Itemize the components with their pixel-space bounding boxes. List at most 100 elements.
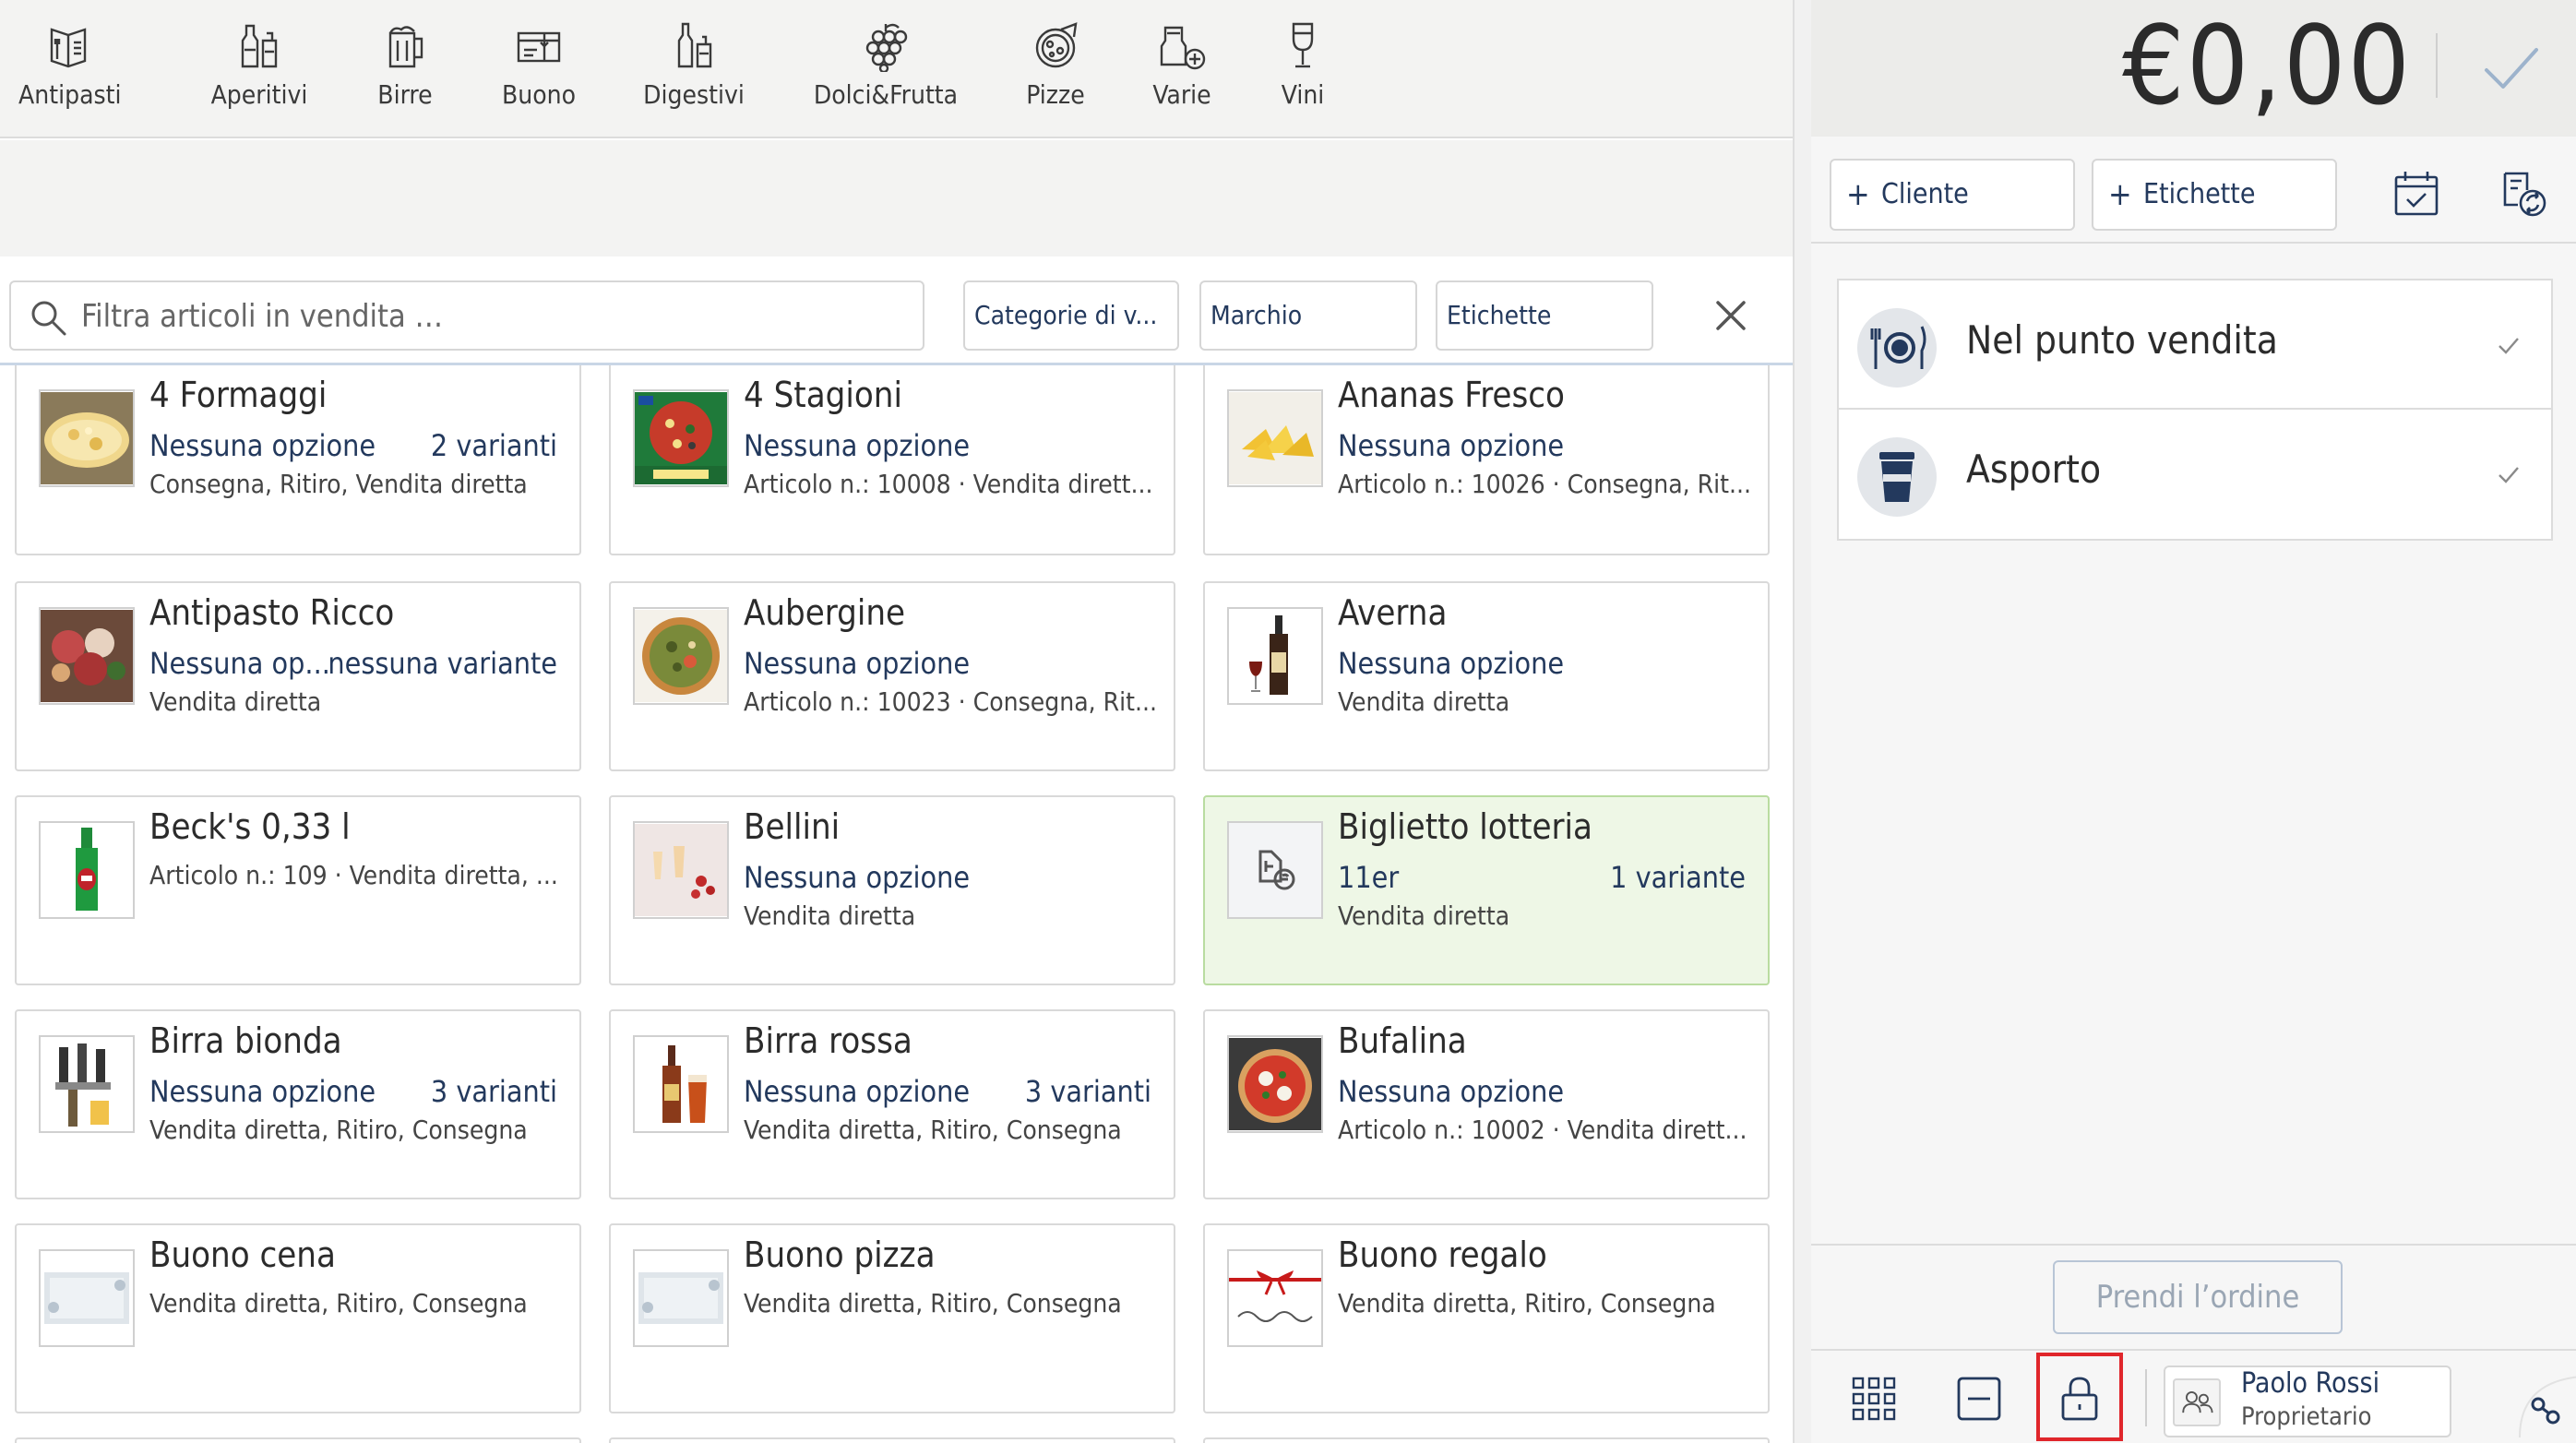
lock-icon[interactable] (2054, 1373, 2105, 1425)
checkmark-icon (2498, 467, 2519, 483)
antipasti-menu-icon (50, 28, 87, 68)
category-filter-dropdown[interactable]: Categorie di v... (963, 280, 1179, 351)
product-variants: 3 varianti (1024, 1074, 1151, 1109)
wine-glass-icon (1292, 22, 1314, 68)
misc-items-icon (1160, 26, 1206, 70)
product-meta: Vendita diretta (149, 686, 322, 717)
plus-icon: + (1846, 176, 1870, 213)
product-card-bufalina[interactable]: Bufalina Nessuna opzione Articolo n.: 10… (1203, 1009, 1770, 1199)
brand-filter-dropdown[interactable]: Marchio (1199, 280, 1417, 351)
product-image (39, 821, 135, 919)
product-image (1227, 1035, 1323, 1133)
order-actions: + Cliente + Etichette (1811, 148, 2576, 244)
product-card-4-formaggi[interactable]: 4 Formaggi Nessuna opzione 2 varianti Co… (15, 365, 581, 555)
filter-bar: Categorie di v... Marchio Etichette (0, 256, 1793, 365)
digestivi-bottles-icon (677, 22, 712, 68)
search-box[interactable] (9, 280, 924, 351)
product-variants: 3 varianti (430, 1074, 557, 1109)
document-exchange-icon[interactable] (2498, 168, 2549, 220)
category-birre[interactable]: Birre (373, 20, 437, 122)
pane-divider (1793, 0, 1811, 1443)
add-tags-button[interactable]: + Etichette (2092, 159, 2337, 231)
category-label: Dolci&Frutta (813, 79, 959, 110)
category-vini[interactable]: Vini (1273, 20, 1332, 122)
product-name: Buono pizza (744, 1234, 936, 1275)
product-card-buono-pizza[interactable]: Buono pizza Vendita diretta, Ritiro, Con… (609, 1223, 1175, 1413)
category-dolci-frutta[interactable]: Dolci&Frutta (812, 20, 960, 122)
product-meta: Vendita diretta, Ritiro, Consegna (149, 1115, 528, 1145)
category-label: Digestivi (643, 79, 745, 110)
product-image (1227, 821, 1323, 919)
category-label: Antipasti (18, 79, 122, 110)
product-card-buono-regalo[interactable]: Buono regalo Vendita diretta, Ritiro, Co… (1203, 1223, 1770, 1413)
destination-list: Nel punto vendita Asporto (1837, 279, 2553, 541)
product-name: Bellini (744, 806, 841, 847)
product-card-partial[interactable] (15, 1437, 581, 1443)
product-name: Averna (1338, 592, 1448, 633)
category-aperitivi[interactable]: Aperitivi (209, 20, 310, 122)
product-card-partial[interactable] (1203, 1437, 1770, 1443)
category-label: Vini (1281, 79, 1325, 110)
product-image (1227, 607, 1323, 705)
user-name: Paolo Rossi (2241, 1367, 2380, 1400)
product-card-antipasto-ricco[interactable]: Antipasto Ricco Nessuna op... nessuna va… (15, 581, 581, 771)
category-buono[interactable]: Buono (498, 20, 579, 122)
product-grid: 4 Formaggi Nessuna opzione 2 varianti Co… (0, 365, 1793, 1443)
product-card-birra-bionda[interactable]: Birra bionda Nessuna opzione 3 varianti … (15, 1009, 581, 1199)
product-option: Nessuna opzione (149, 428, 376, 463)
user-profile-button[interactable]: Paolo Rossi Proprietario (2164, 1365, 2451, 1437)
category-label: Pizze (1026, 79, 1085, 110)
product-card-partial[interactable] (609, 1437, 1175, 1443)
product-meta: Vendita diretta (1338, 686, 1510, 717)
product-card-buono-cena[interactable]: Buono cena Vendita diretta, Ritiro, Cons… (15, 1223, 581, 1413)
grid-view-icon[interactable] (1848, 1373, 1900, 1425)
product-image (39, 1249, 135, 1347)
product-meta: Consegna, Ritiro, Vendita diretta (149, 469, 528, 499)
user-role: Proprietario (2241, 1402, 2372, 1431)
product-option: Nessuna opzione (744, 860, 971, 895)
calendar-check-icon[interactable] (2391, 168, 2442, 220)
product-meta: Vendita diretta, Ritiro, Consegna (149, 1288, 528, 1318)
product-meta: Articolo n.: 10026 · Consegna, Rit... (1338, 469, 1752, 499)
category-subbar (0, 140, 1793, 256)
product-meta: Articolo n.: 10002 · Vendita dirett... (1338, 1115, 1747, 1145)
product-card-ananas-fresco[interactable]: Ananas Fresco Nessuna opzione Articolo n… (1203, 365, 1770, 555)
product-option: Nessuna opzione (1338, 428, 1565, 463)
destination-takeaway[interactable]: Asporto (1837, 410, 2553, 541)
product-card-averna[interactable]: Averna Nessuna opzione Vendita diretta (1203, 581, 1770, 771)
add-customer-button[interactable]: + Cliente (1830, 159, 2075, 231)
total-bar: €0,00 (1811, 0, 2576, 137)
beer-mug-icon (388, 26, 423, 68)
take-order-button[interactable]: Prendi l’ordine (2053, 1260, 2343, 1334)
product-name: Antipasto Ricco (149, 592, 395, 633)
category-antipasti[interactable]: Antipasti (18, 20, 122, 122)
product-card-aubergine[interactable]: Aubergine Nessuna opzione Articolo n.: 1… (609, 581, 1175, 771)
minus-box-icon[interactable] (1953, 1373, 2005, 1425)
product-image (1227, 389, 1323, 487)
search-input[interactable] (81, 290, 893, 343)
product-card-4-stagioni[interactable]: 4 Stagioni Nessuna opzione Articolo n.: … (609, 365, 1175, 555)
product-option: Nessuna opzione (1338, 646, 1565, 681)
category-varie[interactable]: Varie (1151, 20, 1212, 122)
tags-filter-dropdown[interactable]: Etichette (1436, 280, 1653, 351)
product-card-bellini[interactable]: Bellini Nessuna opzione Vendita diretta (609, 795, 1175, 985)
category-bar: Antipasti Aperitivi Birre Buono Digestiv… (0, 0, 1793, 138)
destination-dine-in[interactable]: Nel punto vendita (1837, 279, 2553, 410)
destination-label: Asporto (1966, 447, 2102, 492)
product-name: Ananas Fresco (1338, 375, 1565, 415)
checkmark-icon[interactable] (2475, 33, 2546, 103)
category-label: Varie (1152, 79, 1211, 110)
category-pizze[interactable]: Pizze (1020, 20, 1091, 122)
product-variants: nessuna variante (328, 646, 557, 681)
product-meta: Articolo n.: 10023 · Consegna, Rit... (744, 686, 1158, 717)
close-icon[interactable] (1709, 293, 1753, 338)
connection-status-icon[interactable] (2516, 1373, 2576, 1437)
order-submit-area: Prendi l’ordine (1811, 1244, 2576, 1347)
product-image (633, 1249, 729, 1347)
category-label: Aperitivi (210, 79, 308, 110)
category-digestivi[interactable]: Digestivi (642, 20, 745, 122)
product-card-becks[interactable]: Beck's 0,33 l Articolo n.: 109 · Vendita… (15, 795, 581, 985)
product-card-birra-rossa[interactable]: Birra rossa Nessuna opzione 3 varianti V… (609, 1009, 1175, 1199)
button-label: Cliente (1881, 178, 1969, 210)
product-card-biglietto-lotteria[interactable]: Biglietto lotteria 11er 1 variante Vendi… (1203, 795, 1770, 985)
